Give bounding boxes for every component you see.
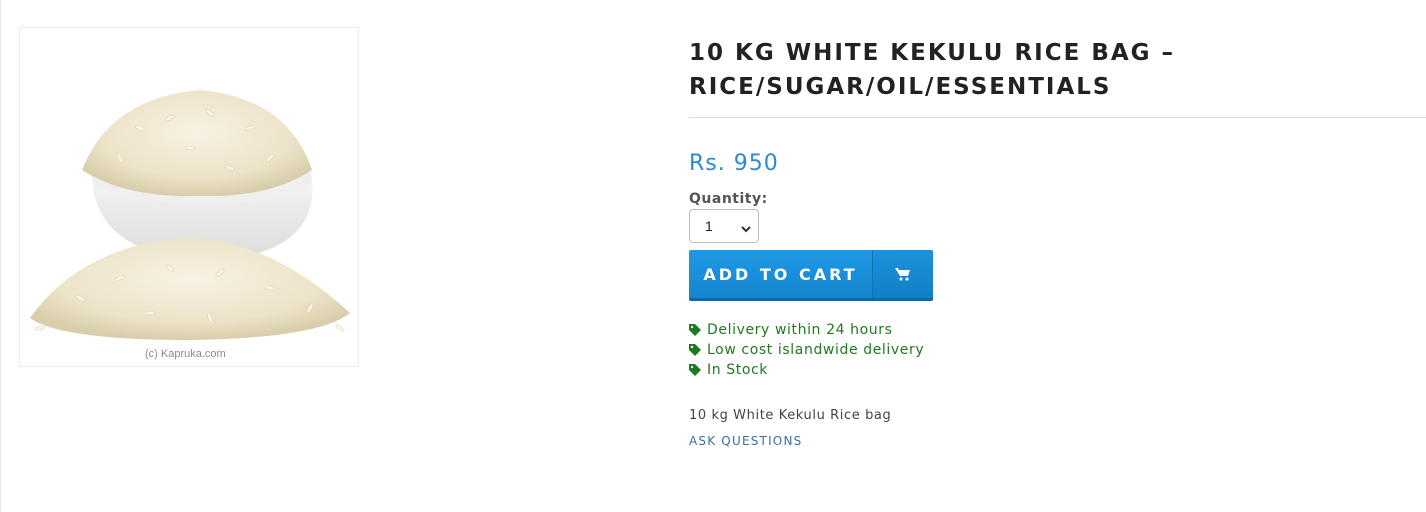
product-details: 10 KG WHITE KEKULU RICE BAG – RICE/SUGAR…	[689, 36, 1426, 449]
product-page: (c) Kapruka.com 10 KG WHITE KEKULU RICE …	[0, 0, 1426, 512]
image-watermark: (c) Kapruka.com	[145, 348, 226, 360]
title-divider	[689, 117, 1426, 118]
quantity-label: Quantity:	[689, 191, 768, 207]
add-to-cart-button[interactable]: ADD TO CART	[689, 250, 933, 301]
quantity-select[interactable]: 1	[689, 209, 759, 243]
tag-icon	[689, 324, 701, 336]
chevron-down-icon	[740, 220, 752, 239]
product-description: 10 kg White Kekulu Rice bag	[689, 408, 892, 423]
list-item: Delivery within 24 hours	[689, 320, 1426, 340]
tag-icon	[689, 364, 701, 376]
add-to-cart-label: ADD TO CART	[689, 250, 872, 298]
product-price: Rs. 950	[689, 151, 779, 176]
product-image[interactable]: (c) Kapruka.com	[19, 27, 359, 367]
quantity-value: 1	[705, 218, 713, 234]
shopping-cart-icon	[872, 250, 933, 298]
tag-icon	[689, 344, 701, 356]
feature-text: In Stock	[707, 362, 768, 378]
feature-list: Delivery within 24 hours Low cost island…	[689, 320, 1426, 380]
list-item: In Stock	[689, 360, 1426, 380]
ask-questions-link[interactable]: ASK QUESTIONS	[689, 434, 802, 448]
feature-text: Low cost islandwide delivery	[707, 342, 925, 358]
list-item: Low cost islandwide delivery	[689, 340, 1426, 360]
rice-bowl-illustration	[30, 90, 350, 340]
product-title: 10 KG WHITE KEKULU RICE BAG – RICE/SUGAR…	[689, 40, 1176, 100]
feature-text: Delivery within 24 hours	[707, 322, 893, 338]
